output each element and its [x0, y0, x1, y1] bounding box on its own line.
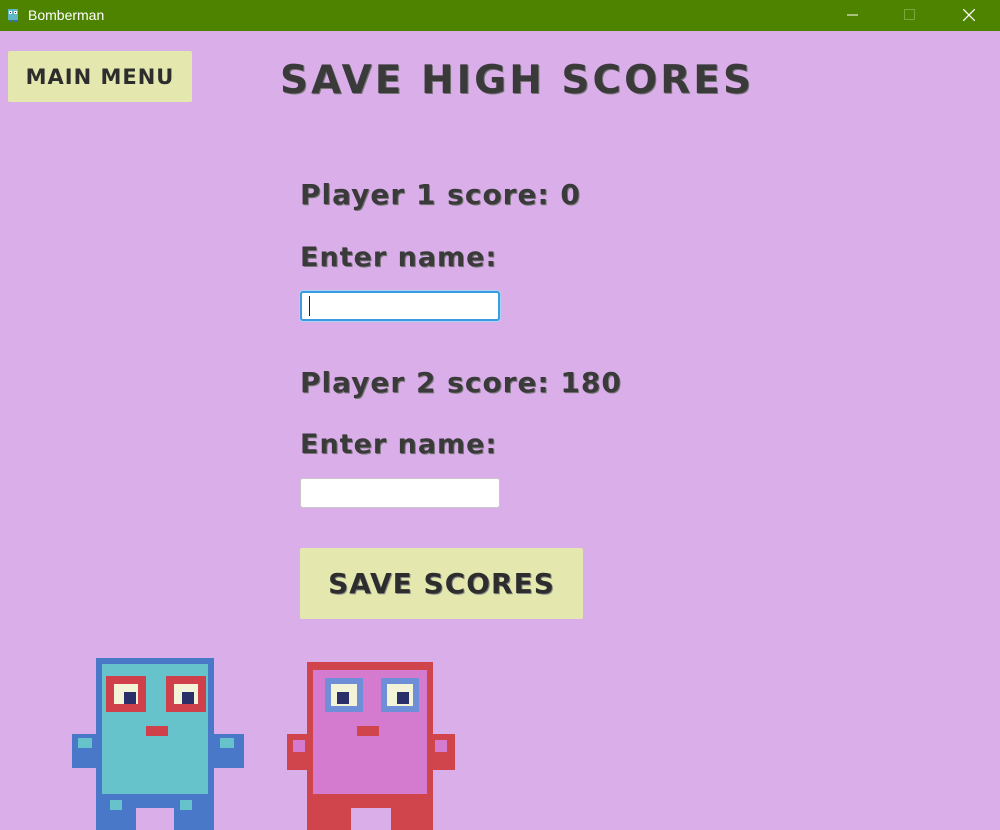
maximize-icon[interactable]: [887, 0, 933, 31]
pink-monster-sprite: [287, 662, 455, 830]
blue-monster-sprite: [72, 658, 244, 830]
minimize-icon[interactable]: [830, 0, 876, 31]
player1-score-label: Player 1 score: 0: [300, 178, 581, 211]
player1-name-input[interactable]: [300, 291, 500, 321]
save-scores-button[interactable]: Save Scores: [300, 548, 583, 619]
player2-name-label: Enter name:: [300, 429, 498, 460]
page-title: Save High Scores: [280, 58, 755, 103]
window-titlebar: Bomberman: [0, 0, 1000, 31]
bomberman-app-icon: [5, 7, 21, 23]
window-title: Bomberman: [28, 7, 105, 23]
main-menu-button[interactable]: Main Menu: [8, 51, 192, 102]
player2-score-label: Player 2 score: 180: [300, 366, 622, 399]
player1-name-label: Enter name:: [300, 242, 498, 273]
text-caret: [309, 296, 310, 316]
close-icon[interactable]: [946, 0, 992, 31]
player2-name-input[interactable]: [300, 478, 500, 508]
